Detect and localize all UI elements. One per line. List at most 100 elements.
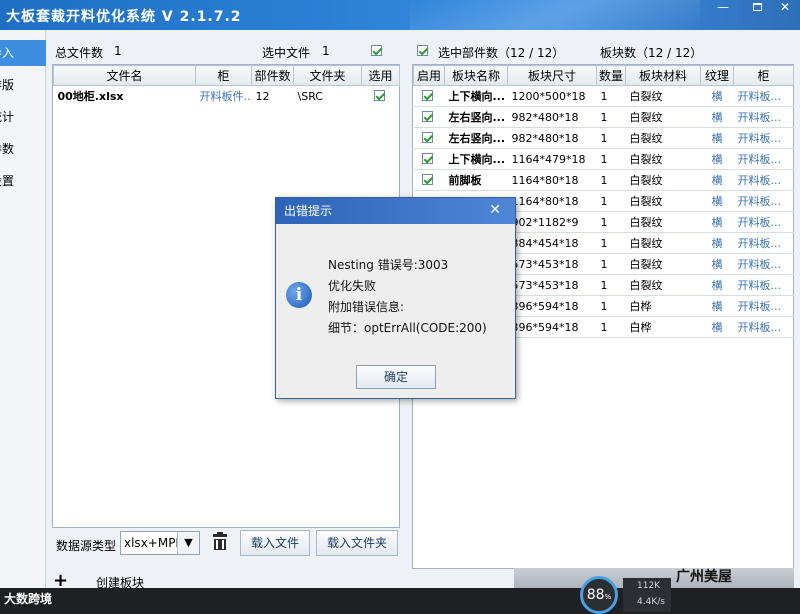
file-table: 文件名 柜 部件数 文件夹 选用 00地柜.xlsx 开料板件... 12 \S… — [53, 65, 400, 107]
column-header-enabled[interactable]: 启用 — [413, 65, 445, 86]
board-name: 前脚板 — [444, 169, 508, 191]
close-window-button[interactable]: ✕ — [770, 0, 800, 16]
board-size: 902*1182*9 — [507, 211, 597, 233]
file-parts: 12 — [255, 89, 270, 103]
chevron-down-icon: ▼ — [177, 532, 199, 554]
ok-button[interactable]: 确定 — [356, 365, 436, 389]
board-size: 982*480*18 — [507, 127, 597, 149]
column-header-folder[interactable]: 文件夹 — [293, 65, 362, 86]
board-material: 白裂纹 — [625, 169, 701, 191]
select-all-parts-checkbox[interactable] — [417, 45, 428, 56]
board-enabled-cell — [413, 148, 445, 170]
nav-item-statistics[interactable]: 统计 — [0, 104, 46, 130]
net-down-value: 4.4K/s — [637, 597, 665, 607]
source-type-label: 数据源类型 — [56, 539, 117, 553]
total-files-value: 1 — [114, 44, 122, 58]
file-select-checkbox[interactable] — [373, 90, 385, 101]
board-texture: 横 — [700, 106, 734, 128]
board-quantity: 1 — [596, 232, 626, 254]
board-size: 384*454*18 — [507, 232, 597, 254]
board-name: 上下横向... — [444, 85, 508, 107]
selected-files-label: 选中文件 — [262, 46, 311, 60]
board-cabinet: 开料板... — [733, 211, 794, 233]
board-enabled-checkbox[interactable] — [421, 132, 433, 143]
column-header-texture[interactable]: 纹理 — [700, 65, 734, 86]
error-code-text: Nesting 错误号:3003 — [328, 258, 449, 272]
board-quantity: 1 — [596, 85, 626, 107]
board-material: 白裂纹 — [625, 274, 701, 296]
board-size: 396*594*18 — [507, 316, 597, 338]
app-title: 大板套裁开料优化系统 V 2.1.7.2 — [6, 9, 242, 25]
table-row[interactable]: 左右竖向... 982*480*18 1 白裂纹横开料板... — [413, 127, 794, 149]
column-header-material[interactable]: 板块材料 — [625, 65, 701, 86]
speed-unit: % — [604, 593, 612, 601]
board-table-header: 启用 板块名称 板块尺寸 数量 板块材料 纹理 柜 — [413, 65, 794, 86]
nav-item-settings[interactable]: 设置 — [0, 168, 46, 194]
board-texture: 横 — [700, 211, 734, 233]
board-material: 白裂纹 — [625, 211, 701, 233]
column-header-board-name[interactable]: 板块名称 — [444, 65, 508, 86]
column-header-filename[interactable]: 文件名 — [53, 65, 196, 86]
board-texture: 横 — [700, 85, 734, 107]
network-meter: 112K 4.4K/s — [623, 578, 671, 612]
column-header-select[interactable]: 选用 — [361, 65, 400, 86]
board-material: 白裂纹 — [625, 253, 701, 275]
board-quantity: 1 — [596, 295, 626, 317]
board-quantity: 1 — [596, 211, 626, 233]
error-summary-text: 优化失败 — [328, 279, 377, 293]
table-row[interactable]: 前脚板 1164*80*18 1 白裂纹横开料板... — [413, 169, 794, 191]
board-enabled-cell — [413, 169, 445, 191]
error-extra-label: 附加错误信息: — [328, 300, 405, 314]
source-type-select[interactable]: xlsx+MPR ▼ — [120, 531, 200, 555]
nav-item-import[interactable]: 导入 — [0, 40, 46, 66]
board-texture: 横 — [700, 316, 734, 338]
bottom-overlay-bar — [0, 588, 800, 614]
column-header-parts[interactable]: 部件数 — [251, 65, 294, 86]
board-size: 1164*479*18 — [507, 148, 597, 170]
nav-item-layout[interactable]: 排版 — [0, 72, 46, 98]
board-enabled-checkbox[interactable] — [421, 111, 433, 122]
column-header-board-size[interactable]: 板块尺寸 — [507, 65, 597, 86]
total-files-label: 总文件数 — [55, 46, 104, 60]
table-row[interactable]: 00地柜.xlsx 开料板件... 12 \SRC — [54, 86, 400, 107]
title-bar: 大板套裁开料优化系统 V 2.1.7.2 — ✕ — [0, 0, 800, 30]
selected-files-value: 1 — [322, 44, 330, 58]
maximize-button[interactable] — [742, 0, 772, 16]
board-material: 白桦 — [625, 295, 701, 317]
board-enabled-checkbox[interactable] — [421, 90, 433, 101]
table-row[interactable]: 上下横向... 1164*479*18 1 白裂纹横开料板... — [413, 148, 794, 170]
watermark-right: 广州美屋 — [676, 569, 732, 585]
table-row[interactable]: 左右竖向... 982*480*18 1 白裂纹横开料板... — [413, 106, 794, 128]
board-quantity: 1 — [596, 106, 626, 128]
board-quantity: 1 — [596, 316, 626, 338]
board-quantity: 1 — [596, 148, 626, 170]
board-enabled-checkbox[interactable] — [421, 153, 433, 164]
selected-parts-label: 选中部件数（12 / 12） — [438, 46, 565, 60]
table-row[interactable]: 上下横向... 1200*500*18 1 白裂纹横开料板... — [413, 85, 794, 107]
board-texture: 横 — [700, 295, 734, 317]
board-cabinet: 开料板... — [733, 106, 794, 128]
board-enabled-cell — [413, 85, 445, 107]
board-cabinet: 开料板... — [733, 85, 794, 107]
board-name: 左右竖向... — [444, 106, 508, 128]
column-header-quantity[interactable]: 数量 — [596, 65, 626, 86]
trash-icon[interactable] — [210, 531, 230, 553]
board-cabinet: 开料板... — [733, 190, 794, 212]
board-enabled-checkbox[interactable] — [421, 174, 433, 185]
board-cabinet: 开料板... — [733, 232, 794, 254]
column-header-cabinet[interactable]: 柜 — [195, 65, 252, 86]
load-file-button[interactable]: 载入文件 — [240, 530, 310, 556]
file-select-cell — [362, 86, 400, 107]
board-texture: 横 — [700, 127, 734, 149]
minimize-button[interactable]: — — [708, 0, 738, 16]
select-all-files-checkbox[interactable] — [371, 45, 382, 56]
board-cabinet: 开料板... — [733, 253, 794, 275]
nav-item-parameters[interactable]: 参数 — [0, 136, 46, 162]
board-count-label: 板块数（12 / 12） — [600, 46, 703, 60]
column-header-cabinet[interactable]: 柜 — [733, 65, 794, 86]
close-icon[interactable]: ✕ — [489, 202, 501, 218]
file-table-header: 文件名 柜 部件数 文件夹 选用 — [53, 65, 400, 86]
board-texture: 横 — [700, 169, 734, 191]
load-folder-button[interactable]: 载入文件夹 — [316, 530, 398, 556]
board-cabinet: 开料板... — [733, 127, 794, 149]
